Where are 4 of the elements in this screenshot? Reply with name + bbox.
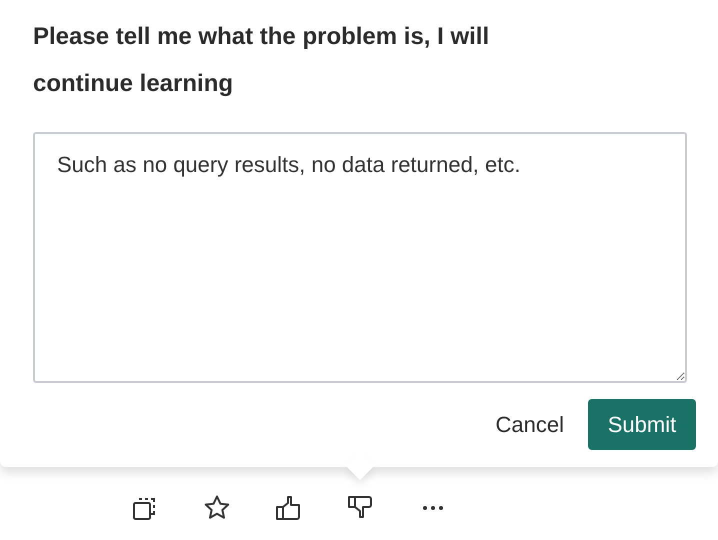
submit-button[interactable]: Submit (588, 399, 696, 450)
cancel-button[interactable]: Cancel (490, 404, 570, 446)
feedback-field[interactable]: Such as no query results, no data returned, etc. (33, 132, 687, 383)
popover-title: Please tell me what the problem is, I will continue learning (33, 22, 490, 99)
